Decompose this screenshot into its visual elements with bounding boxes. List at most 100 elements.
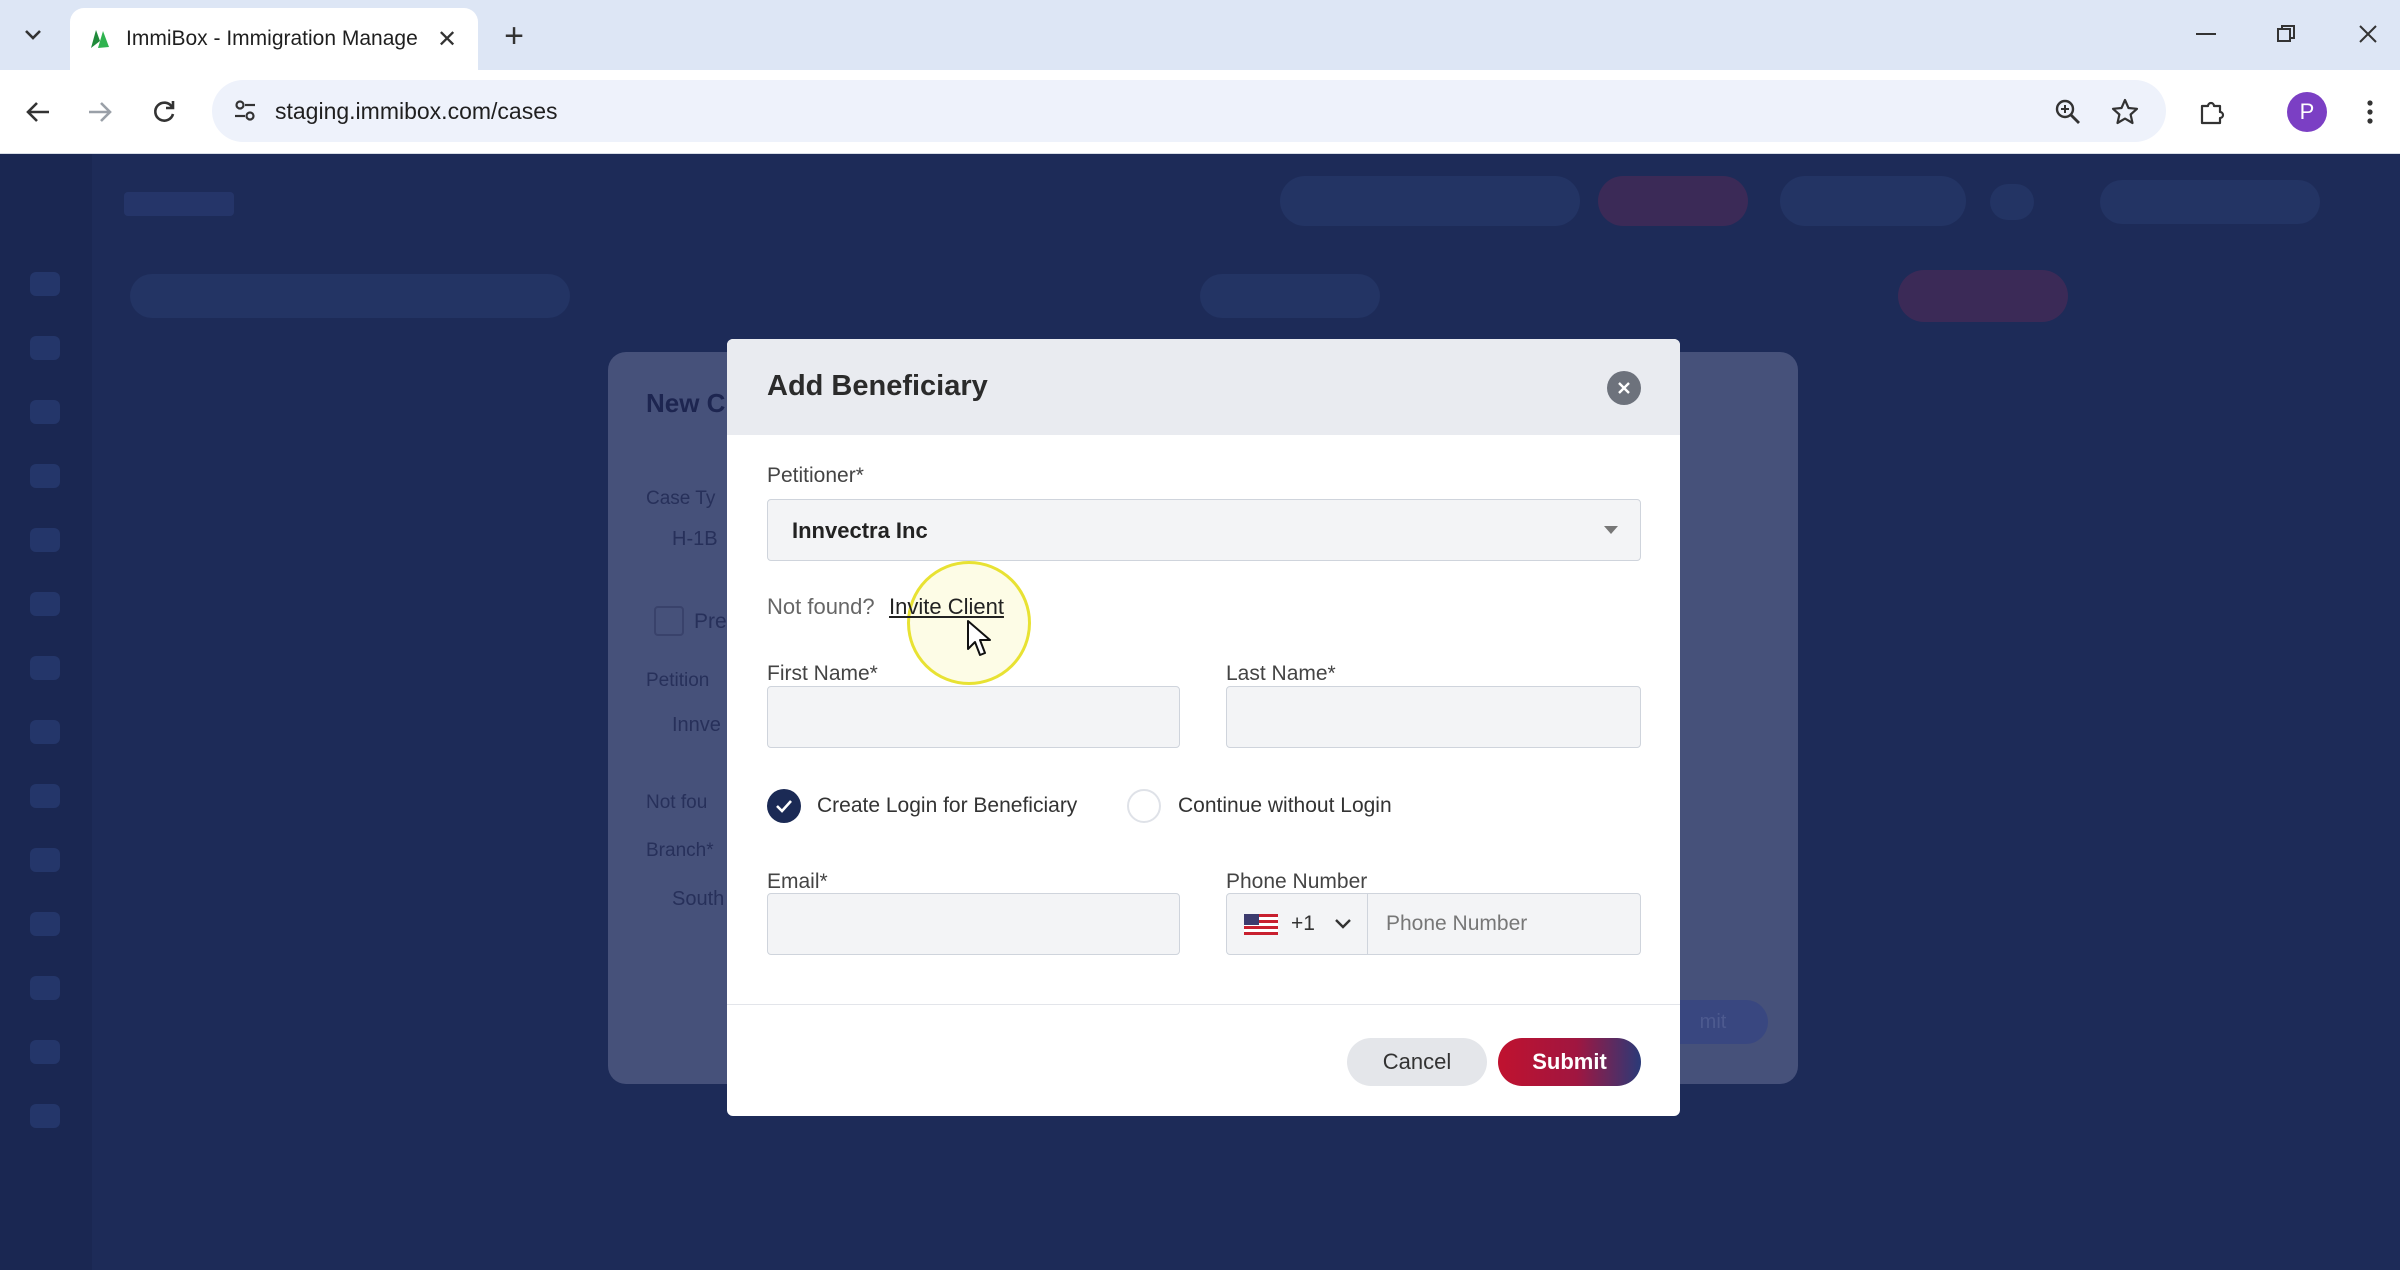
background-checkbox (654, 606, 684, 636)
sidebar-icon (30, 400, 60, 424)
close-icon (1618, 382, 1630, 394)
app-action-button (1598, 176, 1748, 226)
arrow-left-icon (26, 102, 49, 122)
modal-header: Add Beneficiary (727, 339, 1680, 435)
site-info-button[interactable] (224, 90, 266, 132)
caret-down-icon (1604, 526, 1618, 534)
background-not-found-text: Not fou (646, 792, 708, 813)
background-case-type-value: H-1B (672, 528, 718, 550)
restore-icon (2277, 25, 2295, 42)
sidebar-icon (30, 272, 60, 296)
dial-code: +1 (1291, 912, 1315, 935)
petitioner-selected-value: Innvectra Inc (792, 518, 928, 543)
forward-button[interactable] (78, 90, 122, 134)
app-filter-placeholder (130, 274, 570, 318)
first-name-label: First Name* (767, 662, 878, 685)
background-petitioner-value: Innve (672, 714, 721, 736)
background-branch-value: South (672, 888, 725, 910)
immibox-favicon-icon (91, 30, 109, 48)
sidebar-icon (30, 784, 60, 808)
sidebar-icon (30, 464, 60, 488)
first-name-input[interactable] (767, 686, 1180, 748)
browser-toolbar: staging.immibox.com/cases P (0, 70, 2400, 154)
app-new-case-button (1898, 270, 2068, 322)
zoom-icon (2055, 99, 2080, 124)
address-bar[interactable]: staging.immibox.com/cases (212, 80, 2166, 142)
invite-client-link[interactable]: Invite Client (889, 594, 1004, 620)
phone-number-label: Phone Number (1226, 870, 1368, 893)
background-modal-title: New C (646, 388, 726, 418)
sidebar-icon (30, 1104, 60, 1128)
puzzle-icon (2200, 101, 2225, 125)
arrow-right-icon (89, 102, 112, 122)
tune-icon (235, 100, 255, 121)
sidebar-icon (30, 720, 60, 744)
app-brand-logo (124, 192, 234, 216)
new-tab-button[interactable]: + (494, 16, 534, 56)
background-case-type-label: Case Ty (646, 488, 716, 509)
app-filter-placeholder (1200, 274, 1380, 318)
create-login-label[interactable]: Create Login for Beneficiary (817, 794, 1077, 818)
create-login-radio[interactable] (767, 789, 801, 823)
browser-menu-button[interactable] (2348, 90, 2392, 134)
tab-search-button[interactable] (12, 14, 54, 56)
close-window-button[interactable] (2338, 12, 2398, 56)
app-sidebar (0, 154, 92, 1270)
petitioner-select[interactable]: Innvectra Inc (767, 499, 1641, 561)
reload-icon (154, 101, 175, 122)
background-branch-label: Branch* (646, 840, 714, 861)
last-name-label: Last Name* (1226, 662, 1336, 685)
sidebar-icon (30, 1040, 60, 1064)
tab-title: ImmiBox - Immigration Manage (126, 27, 418, 50)
email-input[interactable] (767, 893, 1180, 955)
petitioner-label: Petitioner* (767, 464, 864, 487)
app-action-button (1990, 184, 2034, 220)
sidebar-icon (30, 528, 60, 552)
extensions-button[interactable] (2190, 90, 2234, 134)
browser-tab-bar: ImmiBox - Immigration Manage ✕ + (0, 0, 2400, 70)
phone-number-field: +1 (1226, 893, 1641, 955)
country-code-dropdown[interactable]: +1 (1227, 894, 1368, 954)
add-beneficiary-modal: Add Beneficiary Petitioner* Innvectra In… (727, 339, 1680, 1116)
profile-avatar[interactable]: P (2287, 92, 2327, 132)
sidebar-icon (30, 336, 60, 360)
sidebar-icon (30, 656, 60, 680)
continue-without-login-label[interactable]: Continue without Login (1178, 794, 1392, 818)
footer-divider (727, 1004, 1680, 1005)
bookmark-button[interactable] (2105, 92, 2145, 132)
app-search-placeholder (1280, 176, 1580, 226)
chevron-down-icon (1335, 919, 1351, 929)
app-user-menu (2100, 180, 2320, 224)
sidebar-icon (30, 976, 60, 1000)
chevron-down-icon (25, 30, 41, 40)
email-label: Email* (767, 870, 828, 893)
sidebar-icon (30, 848, 60, 872)
modal-close-button[interactable] (1607, 371, 1641, 405)
sidebar-icon (30, 912, 60, 936)
more-vert-icon (2367, 100, 2373, 124)
not-found-text: Not found? (767, 594, 875, 619)
background-checkbox-label: Pre (694, 610, 727, 633)
background-petitioner-label: Petition (646, 670, 710, 691)
sidebar-icon (30, 592, 60, 616)
app-action-button (1780, 176, 1966, 226)
zoom-button[interactable] (2048, 92, 2088, 132)
close-tab-icon[interactable]: ✕ (432, 24, 462, 54)
star-icon (2111, 98, 2139, 125)
browser-tab-active[interactable]: ImmiBox - Immigration Manage ✕ (70, 8, 478, 70)
cancel-button[interactable]: Cancel (1347, 1038, 1487, 1086)
submit-button[interactable]: Submit (1498, 1038, 1641, 1086)
us-flag-icon (1244, 914, 1278, 935)
last-name-input[interactable] (1226, 686, 1641, 748)
restore-window-button[interactable] (2256, 12, 2316, 56)
minimize-window-button[interactable] (2176, 12, 2236, 56)
modal-title: Add Beneficiary (767, 370, 988, 402)
mouse-cursor-icon (967, 620, 991, 656)
minimize-icon (2196, 33, 2216, 35)
url-text: staging.immibox.com/cases (275, 98, 558, 124)
continue-without-login-radio[interactable] (1127, 789, 1161, 823)
back-button[interactable] (16, 90, 60, 134)
reload-button[interactable] (142, 90, 186, 134)
phone-number-input[interactable] (1368, 894, 1640, 954)
check-icon (776, 800, 792, 813)
